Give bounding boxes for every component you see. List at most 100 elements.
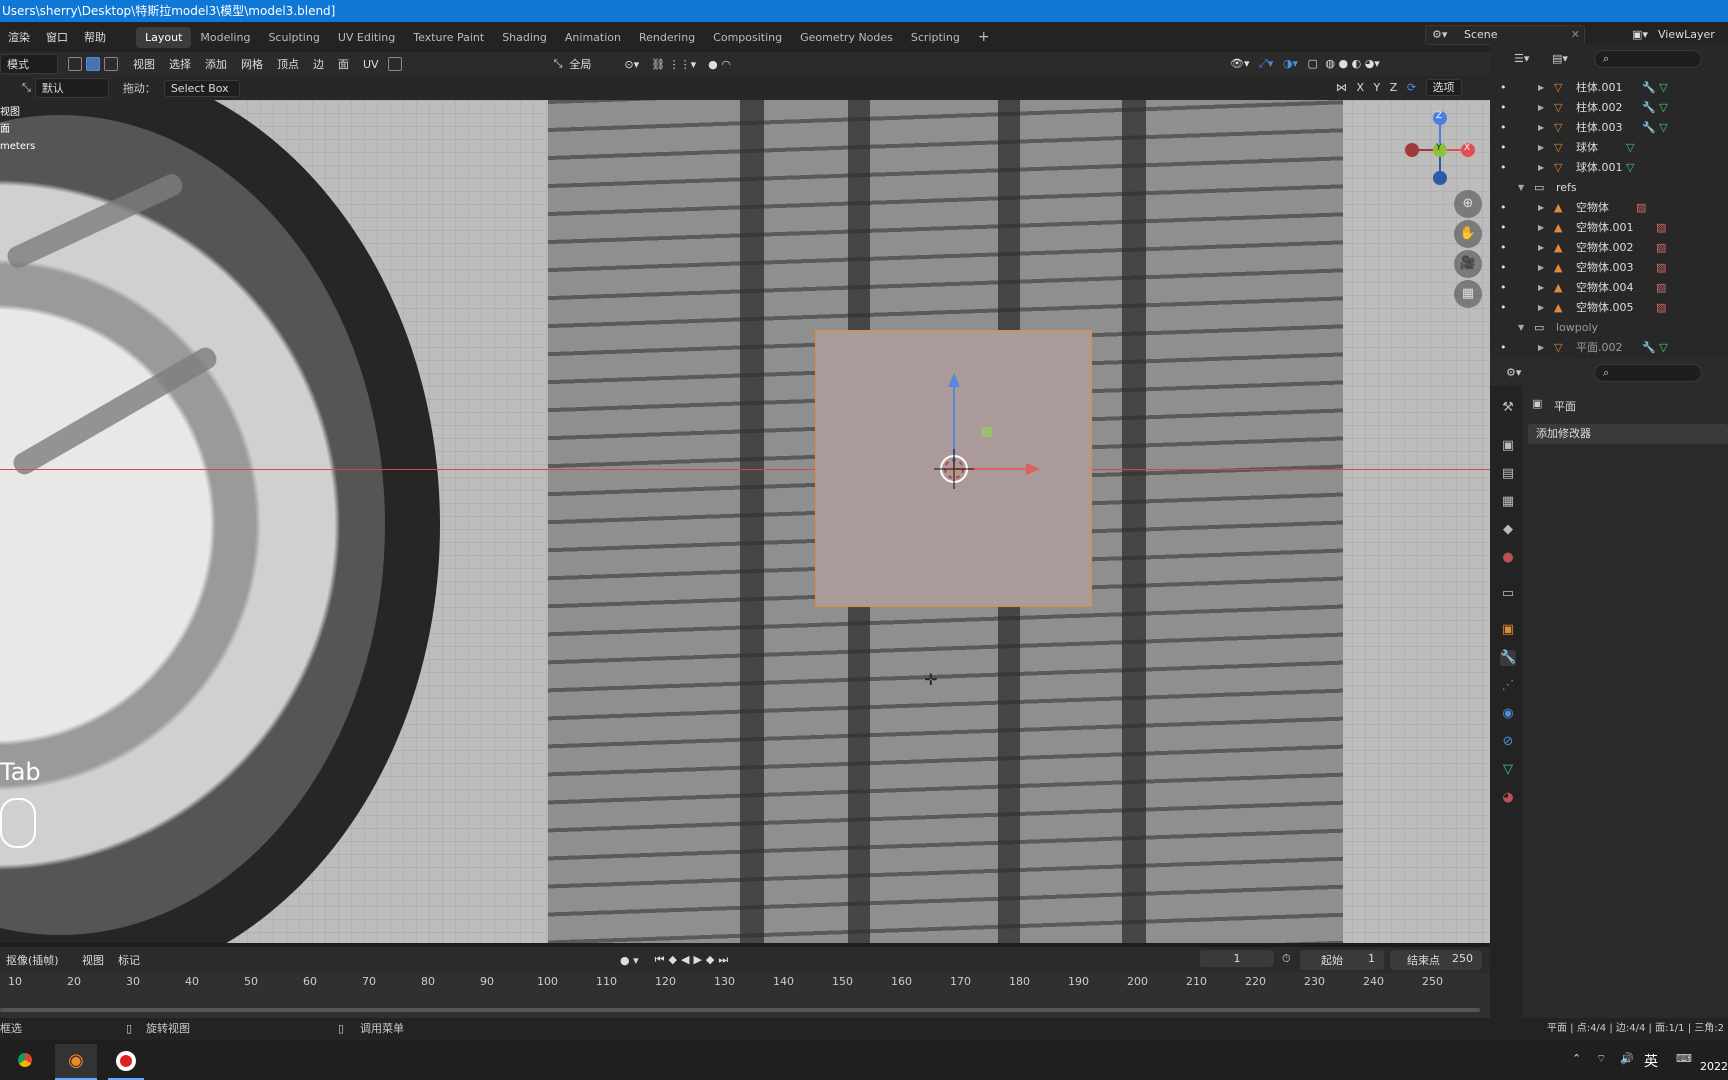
output-tab-icon[interactable]: ▤ [1500,466,1516,482]
tab-modeling[interactable]: Modeling [191,27,259,48]
keying-dropdown[interactable]: 抠像(插帧) [0,951,72,969]
axis-x-toggle[interactable]: X [1357,81,1365,94]
blender-icon[interactable]: ◉ [55,1044,97,1080]
face-select-icon[interactable] [104,57,118,71]
timeline-scrollbar[interactable] [0,1008,1480,1012]
proportional-edit-icon[interactable]: ● ◠ [708,58,731,71]
mesh-data-icon[interactable]: 🔧 ▽ [1642,98,1668,118]
menu-render[interactable]: 渲染 [0,29,38,45]
material-tab-icon[interactable]: ◕ [1500,790,1516,806]
expand-right-icon[interactable]: ▶ [1538,198,1544,218]
expand-right-icon[interactable]: ▶ [1538,218,1544,238]
render-tab-icon[interactable]: ▣ [1500,438,1516,454]
outliner-item[interactable]: • ▶ ▽ 球体.001 ▽ [1490,158,1728,178]
outliner-item[interactable]: • ▶ ▽ 柱体.003 🔧 ▽ [1490,118,1728,138]
editor-type-icon[interactable]: ⚙▾ [1506,366,1521,379]
visibility-dot-icon[interactable]: • [1500,98,1507,118]
outliner-search-input[interactable]: ⌕ [1594,50,1702,68]
data-tab-icon[interactable]: ▽ [1500,762,1516,778]
outliner-item[interactable]: ▼ ▭ lowpoly [1490,318,1728,338]
view-layer-selector[interactable]: ▣▾ ViewLayer [1630,25,1728,45]
add-modifier-button[interactable]: 添加修改器 [1528,424,1728,444]
expand-right-icon[interactable]: ▶ [1538,138,1544,158]
solid-shading-icon[interactable]: ● [1338,57,1348,70]
plane-mesh[interactable] [815,330,1092,607]
visibility-dot-icon[interactable]: • [1500,338,1507,358]
mesh-data-icon[interactable]: 🔧 ▽ [1642,78,1668,98]
visibility-dot-icon[interactable]: • [1500,238,1507,258]
tab-texture-paint[interactable]: Texture Paint [404,27,493,48]
material-shading-icon[interactable]: ◐ [1352,57,1362,70]
world-tab-icon[interactable]: ● [1500,550,1516,566]
tab-shading[interactable]: Shading [493,27,556,48]
drag-dropdown[interactable]: Select Box [163,79,240,97]
modifier-tab-icon[interactable]: 🔧 [1500,650,1516,666]
zoom-icon[interactable]: ⊕ [1454,190,1482,218]
keyboard-icon[interactable]: ⌨ [1676,1052,1692,1065]
volume-icon[interactable]: 🔊 [1620,1052,1634,1065]
wireframe-shading-icon[interactable]: ◍ [1325,57,1335,70]
expand-right-icon[interactable]: ▶ [1538,78,1544,98]
image-data-icon[interactable]: ▨ [1656,218,1666,238]
scene-selector[interactable]: ⚙▾ Scene ✕ [1425,25,1585,45]
expand-right-icon[interactable]: ▶ [1538,258,1544,278]
snap-icon[interactable]: ⛓ ⋮⋮▾ [651,58,696,71]
xray-dropdown-icon[interactable] [387,57,402,71]
mesh-data-icon[interactable]: 🔧 ▽ [1642,338,1668,358]
transform-gizmo[interactable] [816,331,1093,608]
expand-right-icon[interactable]: ▶ [1538,298,1544,318]
visibility-dot-icon[interactable]: • [1500,118,1507,138]
recorder-icon[interactable] [108,1044,144,1080]
outliner-item[interactable]: ▼ ▭ refs [1490,178,1728,198]
add-workspace-icon[interactable]: + [969,25,999,49]
menu-timeline-view[interactable]: 视图 [82,952,104,968]
visibility-dot-icon[interactable]: • [1500,78,1507,98]
rendered-shading-icon[interactable]: ◕▾ [1365,57,1380,70]
outliner-item[interactable]: • ▶ ▲ 空物体.003 ▨ [1490,258,1728,278]
tab-compositing[interactable]: Compositing [704,27,791,48]
mesh-data-icon[interactable]: ▽ [1626,158,1634,178]
pan-hand-icon[interactable]: ✋ [1454,220,1482,248]
network-icon[interactable]: ⌔ [1596,1052,1606,1066]
edge-select-icon[interactable] [86,57,100,71]
outliner-item[interactable]: • ▶ ▽ 平面.002 🔧 ▽ [1490,338,1728,358]
expand-down-icon[interactable]: ▼ [1518,318,1524,338]
menu-uv[interactable]: UV [356,58,386,71]
outliner-item[interactable]: • ▶ ▲ 空物体.002 ▨ [1490,238,1728,258]
view-layer-tab-icon[interactable]: ▦ [1500,494,1516,510]
chevron-up-icon[interactable]: ⌃ [1572,1052,1581,1065]
object-tab-icon[interactable]: ▣ [1500,622,1516,638]
tab-layout[interactable]: Layout [136,26,192,48]
transform-orientation-dropdown[interactable]: 全局 [562,56,618,72]
image-data-icon[interactable]: ▨ [1636,198,1646,218]
visibility-dot-icon[interactable]: • [1500,138,1507,158]
constraints-tab-icon[interactable]: ⊘ [1500,734,1516,750]
menu-vertex[interactable]: 顶点 [270,56,306,72]
axis-z-toggle[interactable]: Z [1390,81,1398,94]
image-data-icon[interactable]: ▨ [1656,238,1666,258]
expand-right-icon[interactable]: ▶ [1538,238,1544,258]
expand-right-icon[interactable]: ▶ [1538,98,1544,118]
visibility-dot-icon[interactable]: • [1500,298,1507,318]
visibility-dot-icon[interactable]: • [1500,198,1507,218]
menu-help[interactable]: 帮助 [76,29,114,45]
physics-tab-icon[interactable]: ◉ [1500,706,1516,722]
grid-view-icon[interactable]: ▦ [1454,280,1482,308]
image-data-icon[interactable]: ▨ [1656,258,1666,278]
mode-dropdown[interactable]: 模式 [0,54,58,74]
outliner-item[interactable]: • ▶ ▲ 空物体.004 ▨ [1490,278,1728,298]
tab-scripting[interactable]: Scripting [902,27,969,48]
outliner-item[interactable]: • ▶ ▲ 空物体 ▨ [1490,198,1728,218]
expand-right-icon[interactable]: ▶ [1538,118,1544,138]
expand-down-icon[interactable]: ▼ [1518,178,1524,198]
vertex-select-icon[interactable] [68,57,82,71]
current-frame-field[interactable]: 1 [1200,950,1274,967]
playback-controls[interactable]: ⏮◆◀▶◆⏭ [655,953,733,967]
expand-right-icon[interactable]: ▶ [1538,158,1544,178]
tab-sculpting[interactable]: Sculpting [259,27,328,48]
image-data-icon[interactable]: ▨ [1656,298,1666,318]
chrome-icon[interactable] [14,1049,36,1071]
gizmo-toggle-icon[interactable]: ⤢▾ [1259,57,1273,70]
orientation-dropdown[interactable]: 默认 [34,78,109,98]
outliner-item[interactable]: • ▶ ▽ 柱体.002 🔧 ▽ [1490,98,1728,118]
